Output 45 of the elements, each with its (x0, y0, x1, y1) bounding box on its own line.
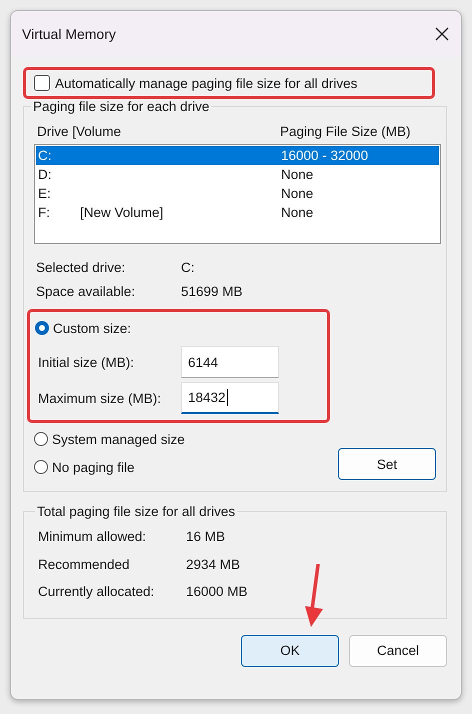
info-label: Currently allocated: (38, 584, 156, 600)
info-value: C: (181, 260, 194, 274)
close-icon[interactable] (435, 27, 449, 41)
list-row[interactable]: E: None (36, 184, 439, 203)
info-label: Selected drive: (36, 260, 126, 274)
list-row[interactable]: F: [New Volume] None (36, 203, 439, 222)
column-header: Paging File Size (MB) (280, 124, 411, 139)
list-row[interactable]: D: None (36, 165, 439, 184)
checkbox-label: Automatically manage paging file size for all drives (55, 76, 358, 90)
info-value: 51699 MB (181, 284, 243, 298)
drive-letter: E: (38, 186, 51, 201)
info-label: Minimum allowed: (38, 529, 148, 544)
input-field[interactable]: 6144 (181, 346, 279, 378)
dialog-button[interactable]: Cancel (349, 634, 447, 666)
list-row[interactable]: C: 16000 - 32000 (36, 146, 439, 165)
field-label: Maximum size (MB): (38, 390, 162, 406)
radio-button[interactable] (34, 432, 48, 446)
radio-label: System managed size (52, 432, 185, 446)
file-size: None (281, 167, 314, 182)
info-label: Recommended (38, 556, 131, 572)
radio-button[interactable] (35, 321, 49, 335)
drive-letter: C: (38, 148, 52, 163)
radio-label: Custom size: (53, 320, 132, 336)
group-title: Total paging file size for all drives (36, 504, 236, 519)
input-field[interactable]: 18432 (181, 382, 279, 414)
info-value: 16000 MB (186, 584, 248, 600)
dialog-button[interactable]: OK (241, 634, 339, 666)
column-header: Drive [Volume (37, 124, 122, 139)
group-title: Paging file size for each drive (32, 99, 210, 114)
drive-letter: F: (38, 205, 50, 220)
set-button[interactable]: Set (338, 448, 436, 480)
checkbox[interactable] (34, 75, 50, 91)
file-size: None (281, 205, 314, 220)
info-label: Space available: (36, 284, 136, 298)
file-size: 16000 - 32000 (281, 148, 368, 163)
info-value: 2934 MB (186, 556, 240, 572)
radio-label: No paging file (52, 460, 135, 474)
radio-button[interactable] (34, 460, 48, 474)
file-size: None (281, 186, 314, 201)
drive-letter: D: (38, 167, 52, 182)
arrow-annotation (303, 564, 325, 628)
field-label: Initial size (MB): (38, 354, 136, 370)
window-title: Virtual Memory (22, 26, 116, 42)
info-value: 16 MB (186, 529, 226, 544)
volume-name: [New Volume] (80, 205, 164, 220)
